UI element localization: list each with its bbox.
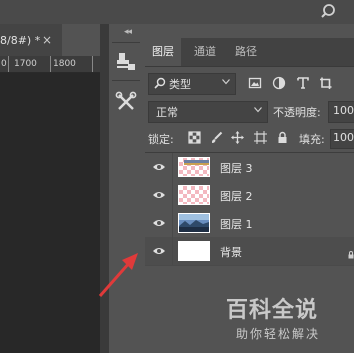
layer-row[interactable] [145, 237, 354, 266]
lock-all-icon[interactable] [276, 131, 289, 144]
layer-name: 图层 2 [220, 190, 253, 203]
ruler-label: 1800 [53, 59, 76, 69]
layer-name: 图层 3 [220, 162, 253, 175]
tab-paths[interactable]: 路径 [228, 38, 264, 66]
type-filter-icon[interactable] [296, 76, 310, 90]
lock-label: 锁定: [148, 133, 174, 146]
lock-transparent-icon[interactable] [188, 131, 201, 144]
eye-icon[interactable] [152, 246, 166, 256]
eye-icon[interactable] [152, 218, 166, 228]
lock-paint-icon[interactable] [210, 131, 223, 144]
divider [172, 153, 173, 181]
tab-layers[interactable]: 图层 [145, 38, 181, 66]
horizontal-ruler: 0 1700 1800 [0, 56, 100, 73]
layer-name: 背景 [220, 246, 242, 259]
opacity-label: 不透明度: [273, 106, 321, 119]
chevron-down-icon [222, 79, 230, 85]
watermark-title: 百科全说 [226, 298, 319, 323]
tab-channels[interactable]: 通道 [187, 38, 223, 66]
shape-filter-icon[interactable] [319, 76, 333, 90]
document-tab-title: 8/8#) * [0, 34, 41, 47]
adjustment-filter-icon[interactable] [272, 76, 286, 90]
layer-thumbnail [178, 185, 210, 205]
fill-label: 填充: [299, 133, 325, 146]
divider [172, 237, 173, 265]
opacity-value: 100 [333, 104, 354, 117]
layer-thumbnail [178, 241, 210, 261]
canvas-area[interactable] [0, 73, 100, 353]
search-icon [154, 77, 166, 89]
chevron-down-icon [254, 107, 262, 113]
divider [172, 209, 173, 237]
layer-filter-label: 类型 [169, 78, 191, 91]
lock-artboard-icon[interactable] [254, 131, 267, 144]
panel-gutter [100, 24, 108, 353]
clone-stamp-icon[interactable] [114, 50, 138, 74]
search-icon[interactable] [320, 2, 340, 22]
ruler-label: 1700 [14, 59, 37, 69]
lock-move-icon[interactable] [231, 131, 244, 144]
layer-thumbnail [178, 157, 210, 177]
collapse-panels-icon[interactable]: ◂◂ [124, 27, 132, 37]
divider [172, 181, 173, 209]
tool-divider [112, 80, 140, 81]
ruler-label: 0 [1, 59, 7, 69]
watermark-subtitle: 助你轻松解决 [236, 327, 321, 341]
fill-value: 100 [333, 131, 354, 144]
layer-name: 图层 1 [220, 218, 253, 231]
annotation-arrow [98, 253, 138, 297]
lock-icon [348, 251, 354, 259]
eye-icon[interactable] [152, 162, 166, 172]
blend-mode-value: 正常 [156, 106, 178, 119]
eye-icon[interactable] [152, 190, 166, 200]
top-bar [0, 0, 354, 24]
tool-divider [112, 42, 140, 43]
close-icon[interactable]: × [42, 33, 52, 47]
image-filter-icon[interactable] [248, 76, 262, 90]
tools-icon[interactable] [114, 90, 138, 114]
layer-thumbnail [178, 213, 210, 233]
